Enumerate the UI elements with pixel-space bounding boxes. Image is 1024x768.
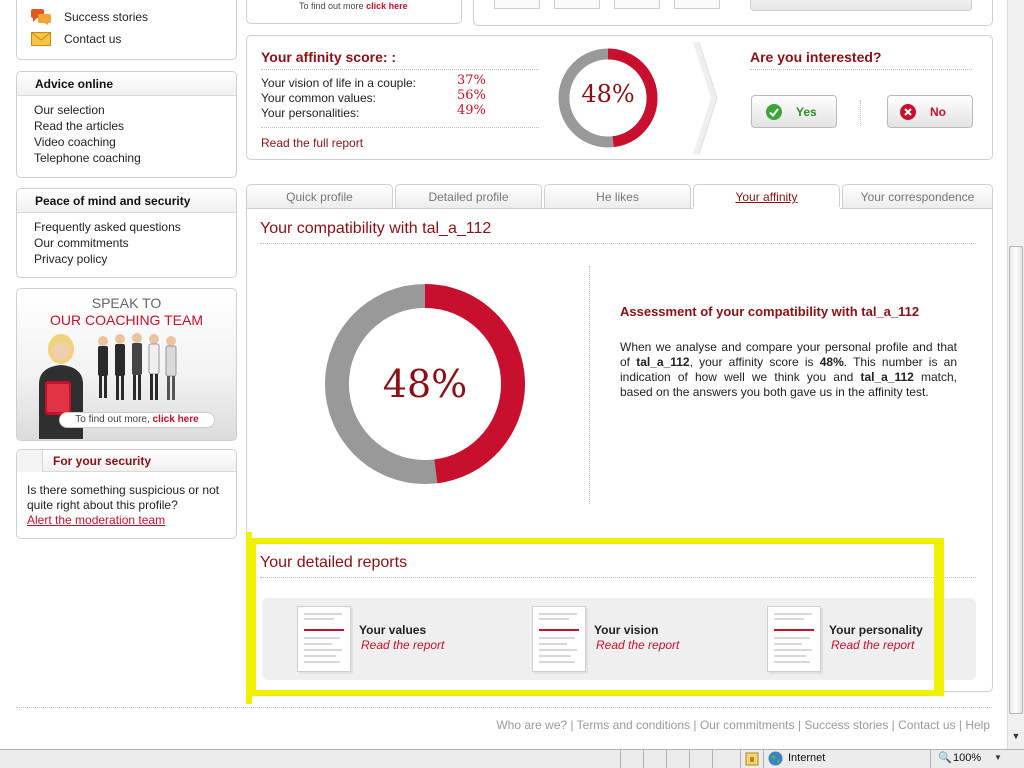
footer-link-commitments[interactable]: Our commitments xyxy=(700,718,795,732)
zoom-icon: 🔍 xyxy=(938,752,952,764)
yes-button[interactable]: Yes xyxy=(751,95,837,128)
coaching-banner[interactable]: SPEAK TO OUR COACHING TEAM To find out m… xyxy=(16,288,237,441)
footer-link-success-stories[interactable]: Success stories xyxy=(804,718,888,732)
compatibility-score-value: 48% xyxy=(382,362,468,406)
close-icon xyxy=(900,103,916,120)
advice-online-title: Advice online xyxy=(17,72,236,96)
sidebar-item-success-stories[interactable]: Success stories xyxy=(29,8,229,26)
highlight-frame-left-edge xyxy=(246,532,252,704)
speech-bubbles-icon xyxy=(31,9,51,25)
protected-mode-icon xyxy=(745,752,759,766)
sidebar-item-telephone-coaching[interactable]: Telephone coaching xyxy=(34,150,141,166)
sidebar-item-our-commitments[interactable]: Our commitments xyxy=(34,235,181,251)
sidebar-top-links-box: Success stories Contact us xyxy=(16,0,237,60)
yes-button-label: Yes xyxy=(796,104,817,119)
zoom-level: 100% xyxy=(953,752,982,764)
affinity-score-panel: Your affinity score: : Your vision of li… xyxy=(246,35,993,160)
no-button-label: No xyxy=(930,104,946,119)
affinity-row-label: Your personalities: xyxy=(261,106,360,120)
top-banner-partial[interactable]: To find out more click here xyxy=(246,0,462,24)
security-title-accent xyxy=(17,450,43,472)
assessment-title: Assessment of your compatibility with ta… xyxy=(620,304,920,319)
top-action-button-partial[interactable] xyxy=(750,0,972,11)
footer-links: Who are we? | Terms and conditions | Our… xyxy=(496,718,990,732)
coaching-banner-line2: OUR COACHING TEAM xyxy=(50,312,203,328)
footer-link-terms[interactable]: Terms and conditions xyxy=(577,718,690,732)
tab-your-correspondence[interactable]: Your correspondence xyxy=(842,184,993,209)
assessment-text-part: , your affinity score is xyxy=(689,355,814,369)
peace-of-mind-title: Peace of mind and security xyxy=(17,189,236,213)
tab-detailed-profile[interactable]: Detailed profile xyxy=(395,184,542,209)
footer-link-help[interactable]: Help xyxy=(965,718,990,732)
browser-status-bar xyxy=(0,749,1024,768)
security-zone-label: Internet xyxy=(788,752,826,764)
top-icons-panel-partial xyxy=(473,0,993,26)
assessment-score: 48% xyxy=(819,355,844,369)
sidebar-item-video-coaching[interactable]: Video coaching xyxy=(34,134,141,150)
coaching-banner-line1: SPEAK TO xyxy=(91,295,162,311)
security-text: Is there something suspicious or not qui… xyxy=(27,483,220,512)
coaching-cta-text: To find out more, xyxy=(75,414,150,425)
affinity-row-values: Your common values: 56% xyxy=(261,88,541,105)
interest-title: Are you interested? xyxy=(750,49,882,65)
affinity-row-value: 37% xyxy=(457,73,486,88)
zoom-control[interactable]: 🔍 100% ▼ xyxy=(936,751,1006,766)
no-button[interactable]: No xyxy=(887,95,973,128)
top-icon-tile[interactable] xyxy=(674,0,720,9)
affinity-row-value: 56% xyxy=(457,88,486,103)
assessment-username: tal_a_112 xyxy=(636,355,690,369)
globe-icon xyxy=(768,751,783,766)
chevron-down-icon: ▼ xyxy=(994,753,1002,762)
affinity-row-vision: Your vision of life in a couple: 37% xyxy=(261,73,541,90)
read-full-report-link[interactable]: Read the full report xyxy=(261,136,363,150)
top-banner-link[interactable]: click here xyxy=(366,1,408,11)
scroll-down-arrow-icon[interactable]: ▼ xyxy=(1009,731,1023,747)
sidebar-item-label: Success stories xyxy=(64,10,149,24)
coaching-cta[interactable]: To find out more, click here xyxy=(59,412,215,428)
chevron-divider-icon xyxy=(693,42,718,154)
sidebar-item-privacy-policy[interactable]: Privacy policy xyxy=(34,251,181,267)
footer-link-contact-us[interactable]: Contact us xyxy=(898,718,955,732)
top-icon-tile[interactable] xyxy=(614,0,660,9)
assessment-username: tal_a_112 xyxy=(860,370,914,384)
peace-of-mind-box: Peace of mind and security Frequently as… xyxy=(16,188,237,278)
sidebar-item-our-selection[interactable]: Our selection xyxy=(34,102,141,118)
affinity-row-label: Your vision of life in a couple: xyxy=(261,76,416,90)
tab-quick-profile[interactable]: Quick profile xyxy=(246,184,393,209)
affinity-score-title: Your affinity score: : xyxy=(261,49,397,65)
compatibility-title: Your compatibility with tal_a_112 xyxy=(260,220,492,237)
top-icon-tile[interactable] xyxy=(554,0,600,9)
assessment-text: When we analyse and compare your persona… xyxy=(620,340,957,400)
alert-moderation-link[interactable]: Alert the moderation team xyxy=(27,513,165,527)
security-title: For your security xyxy=(53,454,152,468)
affinity-score-value-small: 48% xyxy=(581,80,635,108)
affinity-row-value: 49% xyxy=(457,103,486,118)
vertical-scrollbar[interactable]: ▼ xyxy=(1007,0,1024,749)
envelope-icon xyxy=(31,31,51,47)
sidebar-item-contact-us[interactable]: Contact us xyxy=(29,30,229,48)
footer-link-who-are-we[interactable]: Who are we? xyxy=(496,718,567,732)
sidebar-item-read-articles[interactable]: Read the articles xyxy=(34,118,141,134)
sidebar-item-label: Contact us xyxy=(64,32,122,46)
scrollbar-thumb[interactable] xyxy=(1009,246,1023,714)
top-banner-text: To find out more xyxy=(299,1,364,11)
advice-online-box: Advice online Our selection Read the art… xyxy=(16,71,237,178)
coaching-cta-link[interactable]: click here xyxy=(153,414,199,425)
affinity-row-label: Your common values: xyxy=(261,91,376,105)
affinity-row-personalities: Your personalities: 49% xyxy=(261,103,541,120)
security-box: For your security Is there something sus… xyxy=(16,449,237,539)
tab-he-likes[interactable]: He likes xyxy=(544,184,691,209)
top-icon-tile[interactable] xyxy=(494,0,540,9)
sidebar-item-faq[interactable]: Frequently asked questions xyxy=(34,219,181,235)
check-icon xyxy=(766,103,782,120)
highlight-frame xyxy=(250,538,944,696)
